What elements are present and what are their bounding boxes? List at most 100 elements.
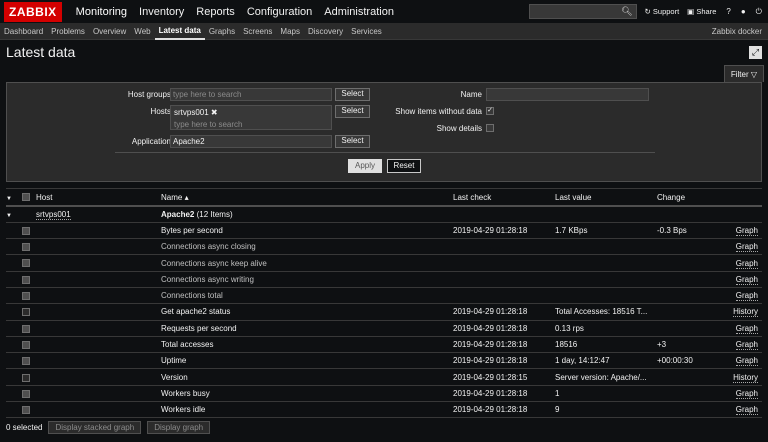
menu-monitoring[interactable]: Monitoring [70, 0, 133, 24]
submenu-screens[interactable]: Screens [239, 24, 276, 40]
table-row: Bytes per second 2019-04-29 01:28:18 1.7 K… [6, 222, 762, 240]
item-last-check: 2019-04-29 01:28:18 [453, 401, 555, 419]
support-link[interactable]: ↻ Support [645, 7, 680, 16]
column-host[interactable]: Host [36, 189, 161, 207]
item-action-link[interactable]: History [733, 307, 758, 318]
row-checkbox[interactable] [22, 308, 30, 317]
row-checkbox[interactable] [22, 340, 30, 349]
user-profile-icon[interactable]: ● [741, 7, 746, 16]
menu-configuration[interactable]: Configuration [241, 0, 318, 24]
submenu-maps[interactable]: Maps [276, 24, 304, 40]
submenu-problems[interactable]: Problems [47, 24, 89, 40]
server-name: Zabbix docker [711, 27, 762, 36]
sign-out-icon[interactable]: ⏻ [756, 7, 762, 17]
table-row: Uptime 2019-04-29 01:28:18 1 day, 14:12:47… [6, 352, 762, 370]
item-action-link[interactable]: History [733, 372, 758, 383]
row-checkbox[interactable] [22, 357, 30, 366]
menu-administration[interactable]: Administration [318, 0, 400, 24]
item-action-link[interactable]: Graph [735, 323, 758, 334]
main-menu: Monitoring Inventory Reports Configurati… [70, 0, 400, 24]
item-name: Connections total [161, 287, 453, 305]
search-icon[interactable]: 🔍︎ [621, 6, 632, 17]
item-last-value [555, 271, 657, 288]
row-checkbox[interactable] [22, 324, 30, 333]
host-groups-select-button[interactable]: Select [335, 88, 370, 101]
item-action-link[interactable]: Graph [735, 291, 758, 302]
item-action-link[interactable]: Graph [735, 274, 758, 285]
item-change [657, 287, 727, 305]
menu-reports[interactable]: Reports [190, 0, 241, 24]
host-collapse-toggle[interactable]: ▼ [6, 206, 22, 223]
name-input[interactable] [486, 88, 649, 101]
menu-inventory[interactable]: Inventory [133, 0, 190, 24]
submenu-dashboard[interactable]: Dashboard [0, 24, 47, 40]
row-checkbox[interactable] [22, 259, 30, 268]
row-checkbox[interactable] [22, 243, 30, 252]
item-change: -0.3 Bps [657, 222, 727, 240]
row-checkbox[interactable] [22, 226, 30, 235]
zabbix-logo[interactable]: ZABBIX [4, 1, 62, 22]
item-action-link[interactable]: Graph [735, 388, 758, 399]
help-icon[interactable]: ? [726, 7, 730, 16]
column-name[interactable]: Name ▴ [161, 189, 453, 207]
row-checkbox[interactable] [22, 406, 30, 415]
hosts-search-placeholder[interactable]: type here to search [174, 120, 242, 129]
item-action-link[interactable]: Graph [735, 405, 758, 416]
submenu-services[interactable]: Services [347, 24, 386, 40]
host-groups-input[interactable]: type here to search [170, 88, 332, 101]
item-action-link[interactable]: Graph [735, 258, 758, 269]
table-row: Total accesses 2019-04-29 01:28:18 18516 +3… [6, 336, 762, 354]
item-name: Connections async closing [161, 238, 453, 256]
page-title: Latest data [6, 44, 76, 60]
reset-button[interactable]: Reset [387, 159, 421, 173]
item-last-check: 2019-04-29 01:28:18 [453, 336, 555, 354]
item-action-link[interactable]: Graph [735, 356, 758, 367]
submenu-graphs[interactable]: Graphs [205, 24, 239, 40]
remove-tag-icon[interactable]: ✖ [211, 108, 218, 117]
row-checkbox-cell [22, 320, 36, 337]
row-checkbox-cell [22, 336, 36, 354]
host-tag-label: srtvps001 [174, 108, 209, 117]
chevron-down-icon: ▼ [6, 212, 12, 219]
item-name: Requests per second [161, 320, 453, 337]
share-link[interactable]: ▣ Share [687, 7, 716, 16]
row-checkbox[interactable] [22, 275, 30, 284]
show-items-without-data-checkbox[interactable]: ✓ [486, 107, 494, 115]
submenu-web[interactable]: Web [130, 24, 154, 40]
application-input[interactable]: Apache2 [170, 135, 332, 148]
latest-data-table-wrap: ▼ Host Name ▴ Last check Last value Chan… [6, 188, 762, 419]
item-action-cell: Graph [727, 287, 762, 305]
submenu-overview[interactable]: Overview [89, 24, 130, 40]
item-last-value: 18516 [555, 336, 657, 354]
row-checkbox[interactable] [22, 373, 30, 382]
hosts-multiselect[interactable]: srtvps001 ✖ type here to search [170, 105, 332, 130]
item-action-link[interactable]: Graph [735, 340, 758, 351]
item-last-check: 2019-04-29 01:28:18 [453, 320, 555, 337]
row-checkbox-cell [22, 352, 36, 370]
row-checkbox-cell [22, 385, 36, 403]
item-action-link[interactable]: Graph [735, 225, 758, 236]
global-search-input[interactable]: 🔍︎ [528, 4, 637, 19]
apply-button[interactable]: Apply [348, 159, 382, 173]
select-all-checkbox[interactable] [22, 193, 30, 202]
show-details-checkbox[interactable] [486, 124, 494, 132]
item-action-link[interactable]: Graph [735, 242, 758, 253]
item-last-check: 2019-04-29 01:28:15 [453, 368, 555, 386]
submenu-discovery[interactable]: Discovery [304, 24, 347, 40]
host-name-link[interactable]: srtvps001 [36, 209, 71, 220]
filter-toggle-button[interactable]: Filter ▽ [723, 65, 764, 82]
item-action-cell: Graph [727, 336, 762, 354]
row-checkbox[interactable] [22, 292, 30, 301]
item-action-cell: History [727, 368, 762, 386]
submenu-latest-data[interactable]: Latest data [154, 24, 205, 40]
column-last-check: Last check [453, 189, 555, 207]
expand-all-toggle[interactable]: ▼ [6, 189, 22, 207]
application-select-button[interactable]: Select [335, 135, 370, 148]
display-graph-button[interactable]: Display graph [147, 421, 211, 434]
display-stacked-graph-button[interactable]: Display stacked graph [48, 421, 142, 434]
host-groups-label: Host groups [127, 90, 171, 99]
fullscreen-icon[interactable]: ⤢ [749, 45, 762, 59]
table-row: Workers busy 2019-04-29 01:28:18 1 Graph [6, 385, 762, 403]
item-last-check [453, 254, 555, 272]
row-checkbox[interactable] [22, 389, 30, 398]
